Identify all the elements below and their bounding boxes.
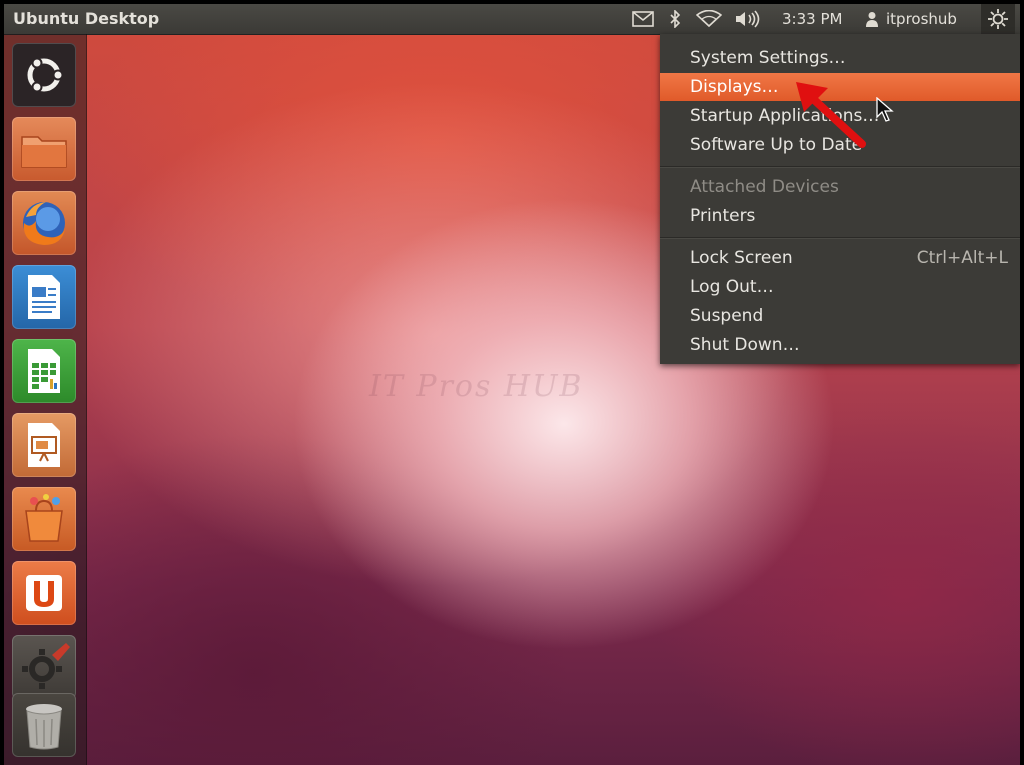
clock[interactable]: 3:33 PM <box>782 10 842 28</box>
libreoffice-impress-button[interactable] <box>12 413 76 477</box>
menu-item-lock-screen[interactable]: Lock Screen Ctrl+Alt+L <box>660 244 1020 272</box>
impress-icon <box>28 423 60 467</box>
menu-separator <box>660 237 1020 239</box>
wifi-icon[interactable] <box>694 4 724 34</box>
folder-icon <box>21 136 67 168</box>
top-panel: Ubuntu Desktop 3:33 PM itproshub <box>4 4 1020 35</box>
annotation-arrow-icon <box>796 82 866 148</box>
mouse-cursor-icon <box>876 97 894 122</box>
watermark: IT Pros HUB <box>369 369 584 404</box>
launcher <box>4 34 87 765</box>
menu-item-label: Attached Devices <box>690 177 839 197</box>
ubuntu-one-icon <box>26 575 62 611</box>
menu-item-label: Lock Screen <box>690 248 793 268</box>
dash-home-button[interactable] <box>12 43 76 107</box>
system-settings-button[interactable] <box>12 635 76 699</box>
ubuntu-software-center-button[interactable] <box>12 487 76 551</box>
ubuntu-one-button[interactable] <box>12 561 76 625</box>
username[interactable]: itproshub <box>886 10 957 28</box>
menu-item-label: System Settings… <box>690 48 846 68</box>
volume-icon[interactable] <box>732 4 764 34</box>
software-center-icon <box>25 494 63 542</box>
menu-item-label: Suspend <box>690 306 764 326</box>
ubuntu-logo-icon <box>27 57 64 93</box>
desktop-screen: IT Pros HUB Ubuntu Desktop 3:33 PM itpro… <box>4 4 1020 765</box>
trash-button[interactable] <box>12 693 76 757</box>
menu-item-label: Log Out… <box>690 277 774 297</box>
menu-item-suspend[interactable]: Suspend <box>660 302 1020 330</box>
home-folder-button[interactable] <box>12 117 76 181</box>
settings-icon <box>22 643 70 689</box>
firefox-button[interactable] <box>12 191 76 255</box>
menu-item-system-settings[interactable]: System Settings… <box>660 44 1020 72</box>
menu-separator <box>660 166 1020 168</box>
firefox-icon <box>23 202 65 245</box>
menu-item-shut-down[interactable]: Shut Down… <box>660 331 1020 359</box>
menu-header-attached-devices: Attached Devices <box>660 173 1020 201</box>
menu-item-log-out[interactable]: Log Out… <box>660 273 1020 301</box>
menu-item-label: Printers <box>690 206 756 226</box>
bluetooth-icon[interactable] <box>664 4 686 34</box>
gear-icon[interactable] <box>981 4 1015 34</box>
menu-item-shortcut: Ctrl+Alt+L <box>916 248 1008 268</box>
writer-icon <box>28 275 60 319</box>
panel-title: Ubuntu Desktop <box>13 9 160 28</box>
user-icon[interactable] <box>862 4 882 34</box>
libreoffice-calc-button[interactable] <box>12 339 76 403</box>
menu-item-label: Displays… <box>690 77 779 97</box>
calc-icon <box>28 349 60 393</box>
menu-item-printers[interactable]: Printers <box>660 202 1020 230</box>
trash-icon <box>26 704 62 750</box>
menu-item-label: Shut Down… <box>690 335 800 355</box>
libreoffice-writer-button[interactable] <box>12 265 76 329</box>
mail-icon[interactable] <box>629 4 657 34</box>
